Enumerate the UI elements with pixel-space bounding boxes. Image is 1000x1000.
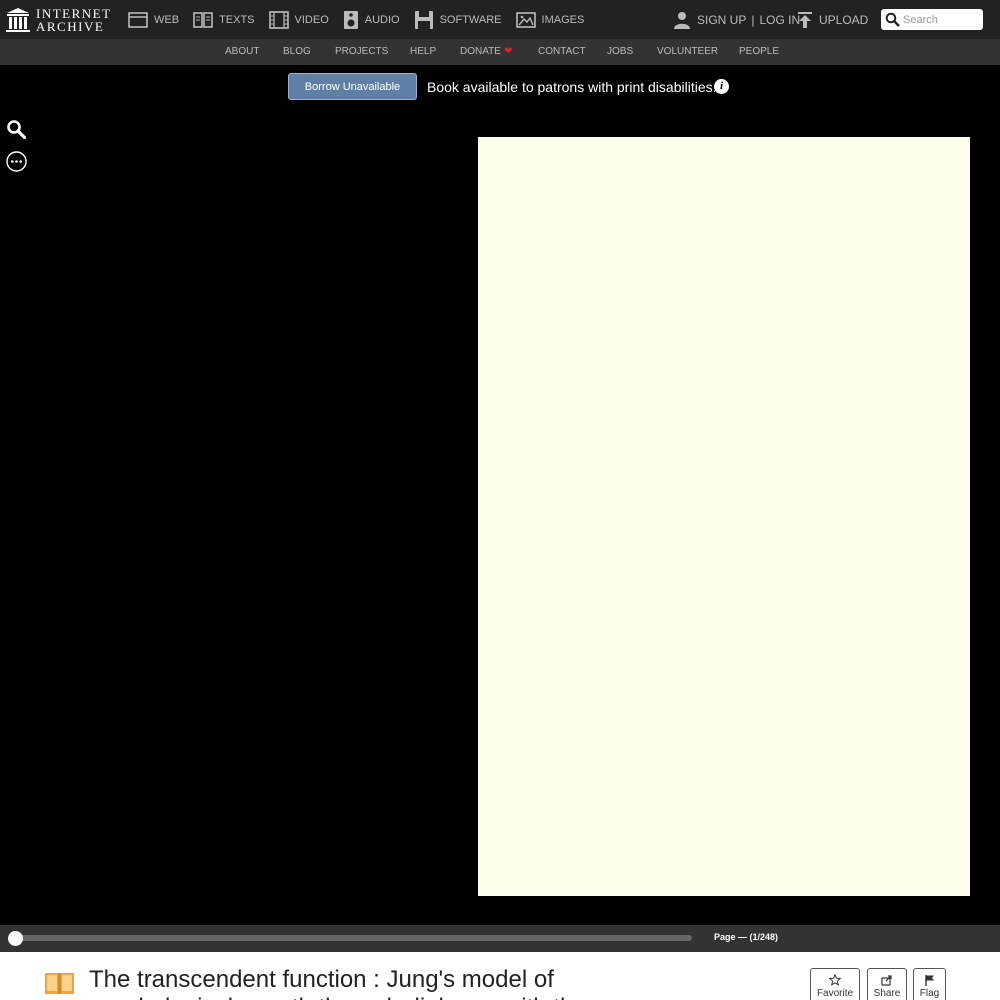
upload-icon — [798, 11, 812, 28]
share-icon — [881, 975, 892, 986]
sign-up-link[interactable]: SIGN UP — [697, 13, 746, 27]
upload-label: UPLOAD — [819, 12, 869, 27]
book-page[interactable] — [478, 137, 970, 896]
nav-contact[interactable]: CONTACT — [538, 39, 586, 65]
mediatype-web[interactable]: WEB — [128, 11, 180, 28]
flag-label: Flag — [919, 988, 940, 999]
mediatype-software[interactable]: SOFTWARE — [414, 10, 502, 30]
mediatype-audio[interactable]: AUDIO — [343, 10, 400, 30]
mediatype-menu: WEB TEXTS VIDEO AUDIO SOFTWARE IMAGES — [128, 0, 598, 39]
star-icon — [829, 974, 841, 986]
mediatype-label: VIDEO — [294, 13, 329, 26]
mediatype-images[interactable]: IMAGES — [515, 11, 585, 28]
nav-help[interactable]: HELP — [410, 39, 436, 65]
book-title: The transcendent function : Jung's model… — [89, 966, 587, 1000]
secondary-nav: ABOUT BLOG PROJECTS HELP DONATE ❤ CONTACT… — [0, 39, 1000, 65]
heart-icon: ❤ — [503, 46, 513, 57]
texts-icon — [193, 11, 213, 28]
borrow-unavailable-button[interactable]: Borrow Unavailable — [288, 73, 417, 100]
user-area: SIGN UP | LOG IN — [673, 0, 800, 39]
share-button[interactable]: Share — [867, 968, 907, 1000]
mediatype-label: IMAGES — [541, 13, 585, 26]
share-label: Share — [873, 988, 901, 999]
search-icon[interactable] — [885, 12, 900, 27]
logo-wordmark: INTERNET ARCHIVE — [36, 7, 112, 33]
open-book-icon — [45, 973, 74, 994]
nav-people[interactable]: PEOPLE — [739, 39, 779, 65]
mediatype-label: WEB — [154, 13, 180, 26]
favorite-label: Favorite — [816, 988, 854, 999]
upload-link[interactable]: UPLOAD — [797, 0, 868, 39]
search-inside-icon[interactable] — [6, 119, 26, 139]
video-icon — [268, 10, 289, 29]
search-box — [881, 9, 983, 30]
mediatype-texts[interactable]: TEXTS — [193, 11, 255, 28]
logo-line-2: ARCHIVE — [36, 19, 105, 34]
mediatype-label: AUDIO — [364, 13, 400, 26]
mediatype-video[interactable]: VIDEO — [268, 10, 329, 29]
nav-donate-label: DONATE — [460, 46, 501, 57]
web-icon — [128, 11, 148, 28]
nav-projects[interactable]: PROJECTS — [335, 39, 388, 65]
software-icon — [414, 10, 433, 29]
mediatype-label: SOFTWARE — [439, 13, 502, 26]
page-slider-track[interactable] — [11, 935, 692, 941]
favorite-button[interactable]: Favorite — [810, 968, 860, 1000]
page-slider-handle[interactable] — [8, 931, 23, 946]
search-input[interactable] — [903, 13, 979, 26]
flag-icon — [924, 975, 934, 986]
archive-building-icon — [6, 8, 30, 32]
user-icon — [674, 11, 690, 29]
nav-blog[interactable]: BLOG — [283, 39, 311, 65]
user-separator: | — [751, 12, 755, 27]
images-icon — [515, 11, 536, 28]
nav-jobs[interactable]: JOBS — [607, 39, 633, 65]
mediatype-label: TEXTS — [219, 13, 255, 26]
item-info: The transcendent function : Jung's model… — [0, 952, 1000, 1000]
flag-button[interactable]: Flag — [913, 968, 946, 1000]
top-nav: INTERNET ARCHIVE WEB TEXTS VIDEO AUDIO S… — [0, 0, 1000, 39]
nav-about[interactable]: ABOUT — [225, 39, 259, 65]
nav-donate[interactable]: DONATE ❤ — [460, 39, 512, 65]
info-icon[interactable]: i — [714, 79, 729, 94]
nav-volunteer[interactable]: VOLUNTEER — [657, 39, 718, 65]
more-options-icon[interactable] — [6, 151, 27, 172]
log-in-link[interactable]: LOG IN — [759, 13, 800, 27]
internet-archive-logo[interactable]: INTERNET ARCHIVE — [6, 5, 112, 35]
page-indicator: Page — (1/248) — [714, 932, 779, 942]
borrow-message: Book available to patrons with print dis… — [427, 79, 717, 95]
audio-icon — [343, 10, 358, 29]
